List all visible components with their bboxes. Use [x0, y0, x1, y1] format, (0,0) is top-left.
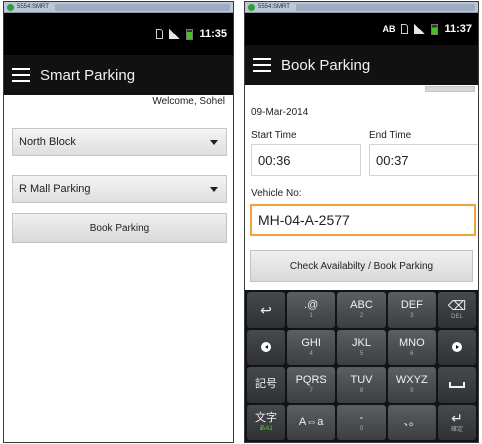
key-2-number: 2 — [359, 313, 364, 320]
key-1-number: 1 — [309, 313, 313, 320]
key-case-toggle[interactable]: A⇔a — [287, 404, 336, 440]
parking-select[interactable]: R Mall Parking — [12, 175, 227, 203]
emulator-caption: 5554:SMRT — [258, 4, 290, 10]
key-symbols[interactable]: 記号 — [247, 367, 285, 403]
key-punctuation[interactable]: 、。 — [387, 404, 436, 440]
key-0-label: - — [359, 411, 364, 424]
key-0[interactable]: -0 — [337, 404, 386, 440]
book-parking-screen: 5554:SMRT AB 11:37 Book Parking 09-Mar-2… — [244, 1, 479, 443]
app-bar: Book Parking — [245, 45, 478, 85]
key-enter[interactable]: ↵ 確定 — [437, 404, 476, 440]
sim-icon — [401, 24, 409, 34]
key-8-number: 8 — [359, 388, 364, 395]
emulator-title-strip: 5554:SMRT — [245, 2, 478, 13]
check-availability-button[interactable]: Check Availabilty / Book Parking — [250, 250, 473, 282]
backspace-icon: ⌫ — [447, 298, 467, 314]
signal-icon — [169, 29, 181, 39]
status-clock: 11:35 — [199, 28, 227, 40]
key-5[interactable]: JKL 5 — [337, 329, 386, 365]
key-cursor-left[interactable] — [247, 329, 285, 365]
key-delete[interactable]: ⌫ DEL — [437, 292, 476, 328]
welcome-text: Welcome, Sohel — [152, 96, 225, 107]
key-8[interactable]: TUV 8 — [337, 367, 386, 403]
key-delete-label: DEL — [451, 314, 463, 321]
input-mode-indicator: AB — [382, 24, 396, 34]
key-2-label: ABC — [350, 299, 373, 312]
vehicle-number-field[interactable]: MH-04-A-2577 — [250, 204, 476, 236]
key-enter-label: 確定 — [450, 427, 463, 434]
key-9-number: 9 — [410, 388, 414, 395]
battery-icon — [431, 23, 439, 35]
app-title: Book Parking — [281, 56, 371, 74]
back-arrow-icon: ↩ — [260, 301, 272, 318]
key-case-label: A⇔a — [298, 415, 324, 428]
chevron-down-icon — [210, 186, 218, 192]
book-parking-button[interactable]: Book Parking — [12, 213, 227, 243]
menu-icon[interactable] — [12, 68, 30, 82]
key-9-label: WXYZ — [395, 374, 428, 387]
screenshot-frame: 5554:SMRT 11:35 Smart Parking Welcome, S… — [0, 0, 482, 444]
end-time-label: End Time — [369, 130, 412, 141]
divider — [425, 86, 475, 92]
status-bar: 11:35 — [4, 13, 233, 55]
key-7-label: PQRS — [295, 374, 327, 387]
key-cursor-right[interactable] — [437, 329, 476, 365]
emulator-title-strip: 5554:SMRT — [4, 2, 233, 13]
soft-keyboard: ↩ .@ 1 ABC 2 DEF 3 ⌫ DEL GHI 4 JKL 5 MNO 6 記号 P… — [245, 290, 478, 442]
start-time-field[interactable]: 00:36 — [251, 144, 361, 176]
start-time-label: Start Time — [251, 130, 297, 141]
taskbar-placeholder — [295, 3, 475, 11]
menu-icon[interactable] — [253, 58, 271, 72]
space-icon — [448, 381, 465, 388]
key-1[interactable]: .@ 1 — [287, 292, 336, 328]
key-3-number: 3 — [410, 313, 414, 320]
key-3[interactable]: DEF 3 — [387, 292, 436, 328]
key-6-label: MNO — [398, 336, 425, 349]
emulator-caption: 5554:SMRT — [17, 4, 49, 10]
taskbar-placeholder — [54, 3, 230, 11]
vehicle-number-label: Vehicle No: — [251, 188, 302, 199]
enter-icon: ↵ — [451, 410, 463, 427]
key-4-number: 4 — [309, 350, 313, 357]
emulator-icon — [7, 3, 14, 11]
key-6-number: 6 — [410, 350, 414, 357]
key-4-label: GHI — [301, 336, 321, 349]
block-select[interactable]: North Block — [12, 128, 227, 156]
key-space[interactable] — [437, 367, 476, 403]
block-select-value: North Block — [19, 136, 76, 148]
signal-icon — [414, 24, 426, 34]
app-bar: Smart Parking — [4, 55, 233, 95]
smart-parking-screen: 5554:SMRT 11:35 Smart Parking Welcome, S… — [3, 1, 234, 443]
parking-select-value: R Mall Parking — [19, 183, 91, 195]
key-4[interactable]: GHI 4 — [287, 329, 336, 365]
key-symbols-label: 記号 — [255, 378, 277, 391]
key-punctuation-label: 、。 — [403, 415, 421, 428]
key-7[interactable]: PQRS 7 — [287, 367, 336, 403]
status-bar: AB 11:37 — [245, 13, 478, 45]
key-0-number: 0 — [359, 425, 364, 432]
key-5-number: 5 — [359, 350, 364, 357]
sim-icon — [156, 29, 164, 39]
key-3-label: DEF — [400, 299, 423, 312]
arrow-left-icon — [261, 342, 271, 353]
key-5-label: JKL — [352, 336, 371, 349]
key-input-mode[interactable]: 文字 あA1 — [247, 404, 285, 440]
chevron-down-icon — [210, 139, 218, 145]
battery-icon — [186, 28, 194, 40]
key-6[interactable]: MNO 6 — [387, 329, 436, 365]
key-7-number: 7 — [309, 388, 313, 395]
key-8-label: TUV — [350, 374, 373, 387]
key-1-label: .@ — [304, 299, 319, 312]
key-input-mode-label: 文字 — [255, 411, 277, 424]
key-2[interactable]: ABC 2 — [337, 292, 386, 328]
key-back[interactable]: ↩ — [247, 292, 285, 328]
app-title: Smart Parking — [40, 66, 136, 84]
key-9[interactable]: WXYZ 9 — [387, 367, 436, 403]
emulator-icon — [248, 3, 255, 11]
booking-date: 09-Mar-2014 — [251, 107, 309, 118]
end-time-field[interactable]: 00:37 — [369, 144, 478, 176]
key-input-mode-sub: あA1 — [259, 425, 273, 432]
arrow-right-icon — [451, 342, 462, 353]
status-clock: 11:37 — [444, 23, 472, 35]
